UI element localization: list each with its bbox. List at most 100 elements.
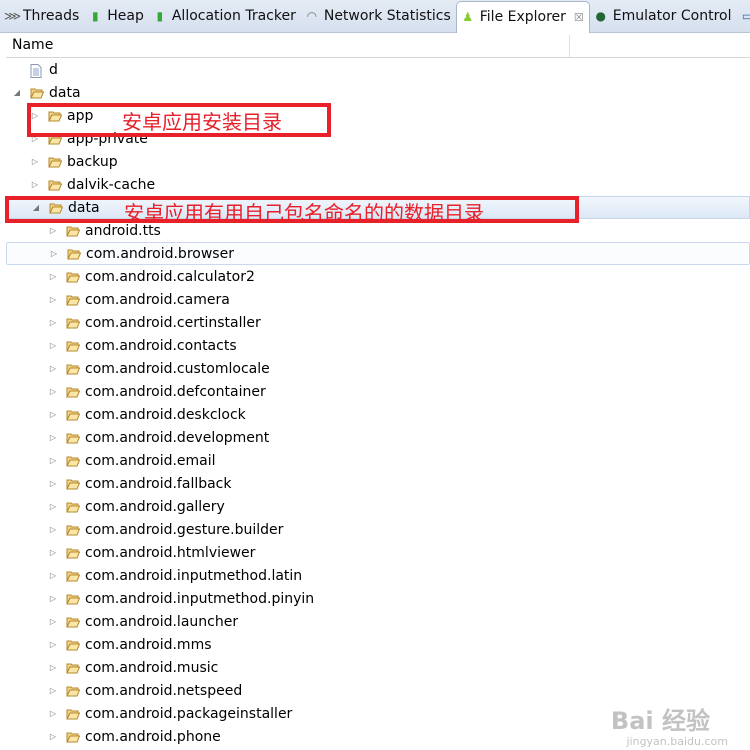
expand-arrow-icon[interactable]: ▷ xyxy=(48,686,58,695)
folder-item[interactable]: ▷ com.android.defcontainer xyxy=(6,380,750,403)
threads-icon: ⋙ xyxy=(4,9,22,23)
expand-arrow-icon[interactable]: ▷ xyxy=(48,640,58,649)
expand-arrow-icon[interactable]: ▷ xyxy=(30,180,40,189)
expand-arrow-icon[interactable]: ▷ xyxy=(48,341,58,350)
item-label: com.android.calculator2 xyxy=(85,268,255,285)
item-label: com.android.gallery xyxy=(85,498,225,515)
expand-arrow-icon[interactable]: ▷ xyxy=(48,479,58,488)
tab-file-explorer[interactable]: ♟ File Explorer ☒ xyxy=(455,0,590,33)
file-item[interactable]: d xyxy=(6,58,750,81)
expand-arrow-icon[interactable]: ▷ xyxy=(48,663,58,672)
folder-icon xyxy=(66,616,80,628)
column-name-label: Name xyxy=(12,37,54,53)
collapse-arrow-icon[interactable]: ◢ xyxy=(12,88,22,97)
folder-icon xyxy=(30,87,44,99)
column-header-name[interactable]: Name xyxy=(6,35,750,58)
expand-arrow-icon[interactable]: ▷ xyxy=(48,525,58,534)
tab-emulator-control[interactable]: ● Emulator Control xyxy=(590,0,737,33)
folder-item[interactable]: ▷ com.android.launcher xyxy=(6,610,750,633)
item-label: com.android.browser xyxy=(86,245,234,262)
expand-arrow-icon[interactable]: ▷ xyxy=(48,433,58,442)
expand-arrow-icon[interactable]: ▷ xyxy=(48,364,58,373)
folder-icon xyxy=(66,524,80,536)
tab-network-statistics[interactable]: ◠ Network Statistics xyxy=(301,0,456,33)
folder-icon xyxy=(66,225,80,237)
tab-allocation-tracker[interactable]: ▮ Allocation Tracker xyxy=(149,0,301,33)
folder-icon xyxy=(66,455,80,467)
tab-label: Heap xyxy=(107,8,144,24)
folder-icon xyxy=(66,570,80,582)
folder-item[interactable]: ▷ com.android.customlocale xyxy=(6,357,750,380)
folder-item[interactable]: ▷ com.android.inputmethod.latin xyxy=(6,564,750,587)
item-label: com.android.htmlviewer xyxy=(85,544,256,561)
window-icon: ▭ xyxy=(741,9,750,23)
expand-arrow-icon[interactable]: ▷ xyxy=(48,571,58,580)
folder-item[interactable]: ▷ com.android.music xyxy=(6,656,750,679)
tab-threads[interactable]: ⋙ Threads xyxy=(0,0,84,33)
folder-item[interactable]: ▷ dalvik-cache xyxy=(6,173,750,196)
expand-arrow-icon[interactable]: ▷ xyxy=(48,548,58,557)
folder-item[interactable]: ▷ com.android.email xyxy=(6,449,750,472)
folder-icon xyxy=(66,271,80,283)
expand-arrow-icon[interactable]: ▷ xyxy=(48,295,58,304)
folder-item[interactable]: ▷ com.android.camera xyxy=(6,288,750,311)
folder-icon xyxy=(48,156,62,168)
item-label: com.android.certinstaller xyxy=(85,314,261,331)
item-label: com.android.email xyxy=(85,452,216,469)
expand-arrow-icon[interactable]: ▷ xyxy=(48,456,58,465)
folder-icon xyxy=(66,547,80,559)
expand-arrow-icon[interactable]: ▷ xyxy=(48,410,58,419)
item-label: com.android.defcontainer xyxy=(85,383,266,400)
folder-item[interactable]: ▷ com.android.certinstaller xyxy=(6,311,750,334)
item-label: com.android.inputmethod.pinyin xyxy=(85,590,315,607)
watermark-logo: Bai 经验 xyxy=(610,707,710,735)
item-label: data xyxy=(49,84,81,101)
folder-icon xyxy=(66,386,80,398)
item-label: com.android.customlocale xyxy=(85,360,270,377)
folder-item[interactable]: ▷ com.android.netspeed xyxy=(6,679,750,702)
column-separator[interactable] xyxy=(569,35,570,57)
folder-icon xyxy=(66,432,80,444)
folder-icon xyxy=(67,248,81,260)
folder-item[interactable]: ▷ com.android.inputmethod.pinyin xyxy=(6,587,750,610)
folder-item[interactable]: ▷ com.android.deskclock xyxy=(6,403,750,426)
expand-arrow-icon[interactable]: ▷ xyxy=(48,502,58,511)
folder-item[interactable]: ▷ com.android.gesture.builder xyxy=(6,518,750,541)
tab-s[interactable]: ▭S xyxy=(737,0,750,33)
item-label: com.android.mms xyxy=(85,636,212,653)
folder-item[interactable]: ▷ com.android.fallback xyxy=(6,472,750,495)
folder-item[interactable]: ▷ com.android.mms xyxy=(6,633,750,656)
folder-item[interactable]: ▷ com.android.htmlviewer xyxy=(6,541,750,564)
close-tab-icon[interactable]: ☒ xyxy=(574,11,584,24)
expand-arrow-icon[interactable]: ▷ xyxy=(48,709,58,718)
folder-item[interactable]: ▷ com.android.calculator2 xyxy=(6,265,750,288)
folder-icon xyxy=(66,639,80,651)
expand-arrow-icon[interactable]: ▷ xyxy=(48,387,58,396)
expand-arrow-icon[interactable]: ▷ xyxy=(48,617,58,626)
expand-arrow-icon[interactable]: ▷ xyxy=(48,272,58,281)
heap-icon: ▮ xyxy=(91,9,99,23)
expand-arrow-icon[interactable]: ▷ xyxy=(48,594,58,603)
item-label: com.android.development xyxy=(85,429,270,446)
item-label: com.android.fallback xyxy=(85,475,232,492)
folder-item[interactable]: ◢ data xyxy=(6,81,750,104)
wifi-icon: ◠ xyxy=(306,9,318,23)
item-label: com.android.packageinstaller xyxy=(85,705,293,722)
folder-item[interactable]: ▷ com.android.browser xyxy=(6,242,750,265)
tab-label: Network Statistics xyxy=(323,8,451,24)
folder-item[interactable]: ▷ com.android.development xyxy=(6,426,750,449)
expand-arrow-icon[interactable]: ▷ xyxy=(49,249,59,258)
folder-icon xyxy=(66,317,80,329)
annotation-text-data: 安卓应用有用自己包名命名的的数据目录 xyxy=(124,201,484,225)
expand-arrow-icon[interactable]: ▷ xyxy=(48,226,58,235)
folder-icon xyxy=(66,662,80,674)
folder-item[interactable]: ▷ com.android.contacts xyxy=(6,334,750,357)
expand-arrow-icon[interactable]: ▷ xyxy=(48,318,58,327)
tab-heap[interactable]: ▮ Heap xyxy=(84,0,149,33)
expand-arrow-icon[interactable]: ▷ xyxy=(48,732,58,741)
folder-item[interactable]: ▷ com.android.gallery xyxy=(6,495,750,518)
expand-arrow-icon[interactable]: ▷ xyxy=(30,157,40,166)
annotation-text-app: 安卓应用安装目录 xyxy=(122,110,282,134)
item-label: com.android.contacts xyxy=(85,337,237,354)
folder-item[interactable]: ▷ backup xyxy=(6,150,750,173)
